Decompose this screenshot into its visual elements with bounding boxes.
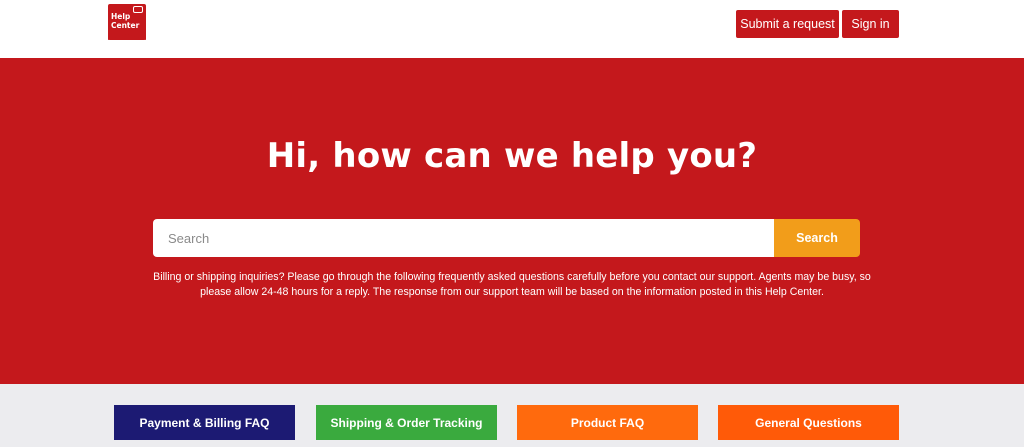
logo-ribbon-tail xyxy=(108,34,146,40)
search-input[interactable] xyxy=(153,219,775,257)
category-general-questions-button[interactable]: General Questions xyxy=(718,405,899,440)
top-header: Help Center Submit a request Sign in xyxy=(0,0,1024,58)
category-payment-billing-button[interactable]: Payment & Billing FAQ xyxy=(114,405,295,440)
search-button[interactable]: Search xyxy=(774,219,860,257)
logo-text: Help Center xyxy=(111,12,139,30)
submit-request-button[interactable]: Submit a request xyxy=(736,10,839,38)
search-bar: Search xyxy=(153,219,860,257)
category-product-faq-button[interactable]: Product FAQ xyxy=(517,405,698,440)
category-shipping-tracking-button[interactable]: Shipping & Order Tracking xyxy=(316,405,497,440)
support-notice: Billing or shipping inquiries? Please go… xyxy=(153,271,871,298)
hero-title: Hi, how can we help you? xyxy=(266,136,758,176)
sign-in-button[interactable]: Sign in xyxy=(842,10,899,38)
logo-text-line2: Center xyxy=(111,21,140,30)
logo-text-line1: Help xyxy=(111,12,131,21)
